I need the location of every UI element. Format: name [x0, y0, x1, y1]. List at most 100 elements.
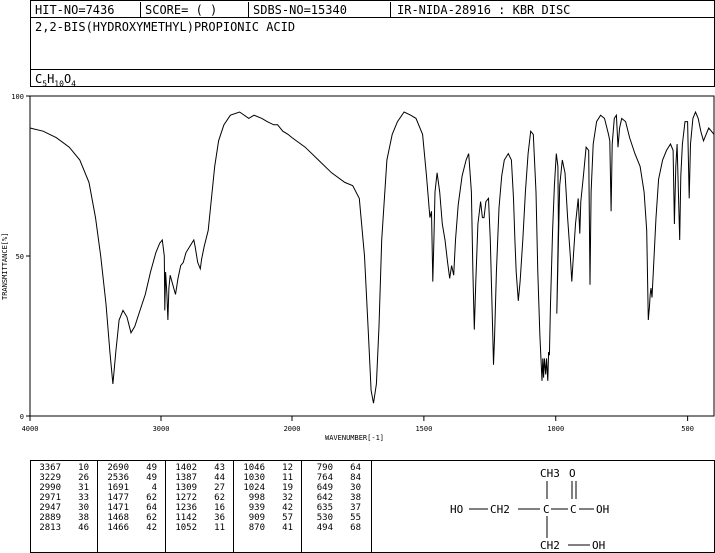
peak-row: 2889 38: [31, 513, 99, 523]
peak-row: 635 37: [303, 503, 371, 513]
peak-row: 1387 44: [167, 473, 235, 483]
peak-row: 2990 31: [31, 483, 99, 493]
peak-transmittance: 44: [214, 473, 225, 483]
peak-row: 2536 49: [99, 473, 167, 483]
peak-column: 1046 12 1030 11 1024 19 998 32 939 42 909 57 870 41: [235, 463, 303, 533]
plot-frame: [29, 95, 715, 417]
peak-row: 2947 30: [31, 503, 99, 513]
peak-wavenumber: 2947: [39, 503, 61, 513]
peak-wavenumber: 998: [248, 493, 265, 503]
peak-row: 1046 12: [235, 463, 303, 473]
peak-row: 494 68: [303, 523, 371, 533]
peak-wavenumber: 1471: [107, 503, 129, 513]
peak-transmittance: 42: [282, 503, 293, 513]
peak-wavenumber: 642: [316, 493, 333, 503]
peak-transmittance: 11: [282, 473, 293, 483]
peak-transmittance: 11: [214, 523, 225, 533]
peak-wavenumber: 1691: [107, 483, 129, 493]
peak-wavenumber: 870: [248, 523, 265, 533]
peak-wavenumber: 1030: [243, 473, 265, 483]
structure-ho: HO: [450, 503, 463, 516]
peak-column-divider: [97, 461, 98, 552]
peak-transmittance: 46: [78, 523, 89, 533]
peak-column: 3367 10 3229 26 2990 31 2971 33 2947 30 2889 38 2813…: [31, 463, 99, 533]
peak-transmittance: 43: [214, 463, 225, 473]
peak-wavenumber: 1402: [175, 463, 197, 473]
structure-c-center: C: [543, 503, 550, 516]
peak-transmittance: 36: [214, 513, 225, 523]
peak-column: 1402 43 1387 44 1309 27 1272 62 1236 16 1142 36 1052…: [167, 463, 235, 533]
peak-transmittance: 10: [78, 463, 89, 473]
peak-transmittance: 38: [78, 513, 89, 523]
structure-ch2-bottom: CH2: [540, 539, 560, 552]
peak-transmittance: 27: [214, 483, 225, 493]
structure-box: CH3 O HO CH2 C C OH CH2 OH: [371, 460, 715, 553]
peak-column-divider: [233, 461, 234, 552]
x-tick-label: 500: [681, 425, 694, 433]
peak-transmittance: 37: [350, 503, 361, 513]
peak-transmittance: 26: [78, 473, 89, 483]
peak-transmittance: 62: [214, 493, 225, 503]
peak-wavenumber: 1309: [175, 483, 197, 493]
peak-column-divider: [165, 461, 166, 552]
peak-transmittance: 68: [350, 523, 361, 533]
peak-wavenumber: 909: [248, 513, 265, 523]
peak-row: 790 64: [303, 463, 371, 473]
peak-wavenumber: 2971: [39, 493, 61, 503]
peak-row: 3367 10: [31, 463, 99, 473]
peak-wavenumber: 2813: [39, 523, 61, 533]
peak-wavenumber: 1468: [107, 513, 129, 523]
peak-column: 2690 49 2536 49 1691 4 1477 62 1471 64 1468 62 1466 4…: [99, 463, 167, 533]
peak-row: 1468 62: [99, 513, 167, 523]
peak-wavenumber: 3367: [39, 463, 61, 473]
peak-row: 1309 27: [167, 483, 235, 493]
peak-row: 1030 11: [235, 473, 303, 483]
ir-spectrum-chart: 4000 3000 2000 1500 1000 500 0 50 100 WAVENUMBER…: [1, 93, 715, 442]
peak-wavenumber: 1466: [107, 523, 129, 533]
peak-transmittance: 49: [146, 463, 157, 473]
peak-transmittance: 64: [350, 463, 361, 473]
peak-wavenumber: 2990: [39, 483, 61, 493]
peak-row: 642 38: [303, 493, 371, 503]
x-tick-label: 3000: [153, 425, 170, 433]
peak-row: 1024 19: [235, 483, 303, 493]
peak-row: 1402 43: [167, 463, 235, 473]
peak-transmittance: 30: [78, 503, 89, 513]
peak-column-divider: [301, 461, 302, 552]
spectrum-line: [29, 110, 715, 404]
peak-wavenumber: 2536: [107, 473, 129, 483]
peak-transmittance: 41: [282, 523, 293, 533]
peak-wavenumber: 764: [316, 473, 333, 483]
peak-wavenumber: 1477: [107, 493, 129, 503]
structure-ch3: CH3: [540, 467, 560, 480]
peak-row: 909 57: [235, 513, 303, 523]
peak-wavenumber: 1052: [175, 523, 197, 533]
peak-row: 1236 16: [167, 503, 235, 513]
structure-c-acid: C: [570, 503, 577, 516]
peak-wavenumber: 790: [316, 463, 333, 473]
peak-row: 1477 62: [99, 493, 167, 503]
x-tick-label: 1000: [547, 425, 564, 433]
peak-transmittance: 62: [146, 493, 157, 503]
peak-row: 1142 36: [167, 513, 235, 523]
peak-wavenumber: 649: [316, 483, 333, 493]
peak-row: 2690 49: [99, 463, 167, 473]
peak-row: 1052 11: [167, 523, 235, 533]
peak-transmittance: 30: [350, 483, 361, 493]
peak-transmittance: 42: [146, 523, 157, 533]
peak-wavenumber: 2690: [107, 463, 129, 473]
y-tick-label: 50: [16, 253, 24, 261]
peak-transmittance: 31: [78, 483, 89, 493]
peak-column: 790 64 764 84 649 30 642 38 635 37 530 55 494 68: [303, 463, 371, 533]
peak-transmittance: 12: [282, 463, 293, 473]
peak-row: 1691 4: [99, 483, 167, 493]
peak-wavenumber: 1272: [175, 493, 197, 503]
x-axis-label: WAVENUMBER[-1]: [325, 434, 384, 442]
y-axis-label: TRANSMITTANCE[%]: [1, 233, 9, 300]
x-tick-label: 2000: [284, 425, 301, 433]
peak-row: 3229 26: [31, 473, 99, 483]
peak-wavenumber: 1046: [243, 463, 265, 473]
peak-row: 1272 62: [167, 493, 235, 503]
peak-row: 530 55: [303, 513, 371, 523]
peak-transmittance: 38: [350, 493, 361, 503]
